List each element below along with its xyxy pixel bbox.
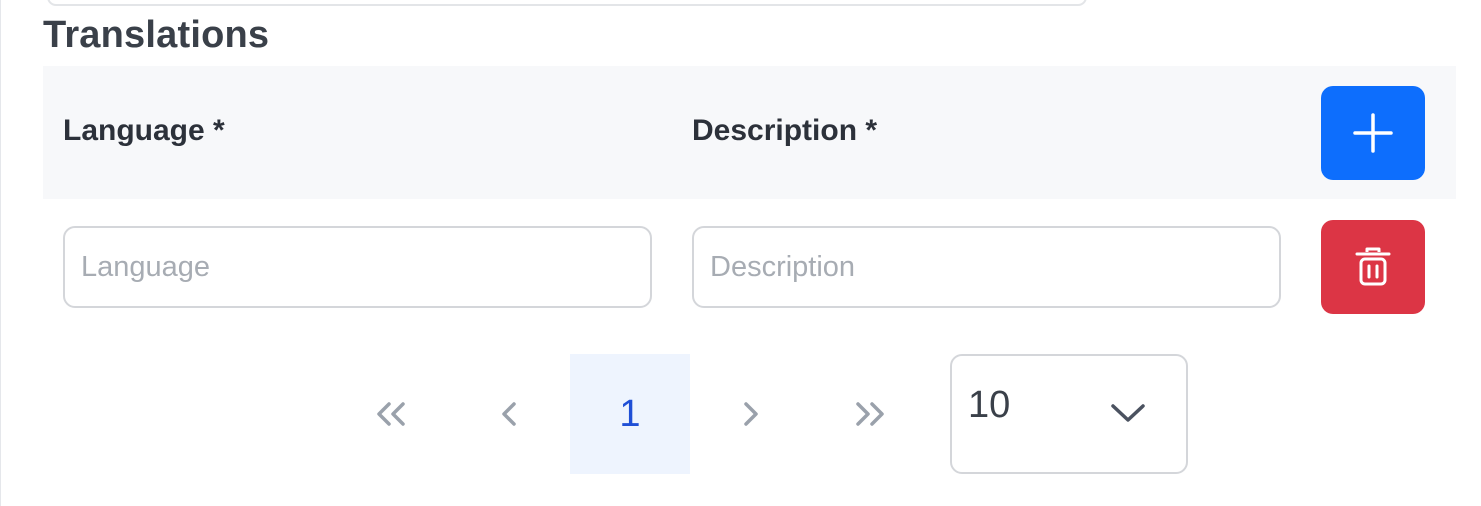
last-page-button[interactable]: [810, 354, 930, 474]
delete-row-button[interactable]: [1321, 220, 1425, 314]
page-size-select[interactable]: 10: [950, 354, 1188, 474]
next-page-button[interactable]: [690, 354, 810, 474]
previous-page-button[interactable]: [450, 354, 570, 474]
column-header-description: Description *: [692, 114, 878, 147]
trash-icon: [1355, 247, 1391, 286]
double-chevron-left-icon: [377, 402, 405, 426]
table-header: Language * Description *: [43, 66, 1456, 199]
previous-field-remnant[interactable]: [47, 0, 1087, 6]
plus-icon: [1353, 113, 1393, 153]
double-chevron-right-icon: [856, 402, 884, 426]
chevron-left-icon: [502, 402, 516, 426]
chevron-down-icon: [1111, 404, 1145, 422]
page-size-value: 10: [968, 384, 1011, 426]
column-header-language: Language *: [63, 114, 225, 147]
first-page-button[interactable]: [331, 354, 451, 474]
translations-panel: Translations Language * Description * La…: [0, 0, 1481, 506]
chevron-right-icon: [744, 402, 758, 426]
section-title: Translations: [43, 14, 270, 56]
add-translation-button[interactable]: [1321, 86, 1425, 180]
language-input[interactable]: [63, 226, 652, 308]
page-button-current[interactable]: 1: [570, 354, 690, 474]
description-input[interactable]: [692, 226, 1281, 308]
